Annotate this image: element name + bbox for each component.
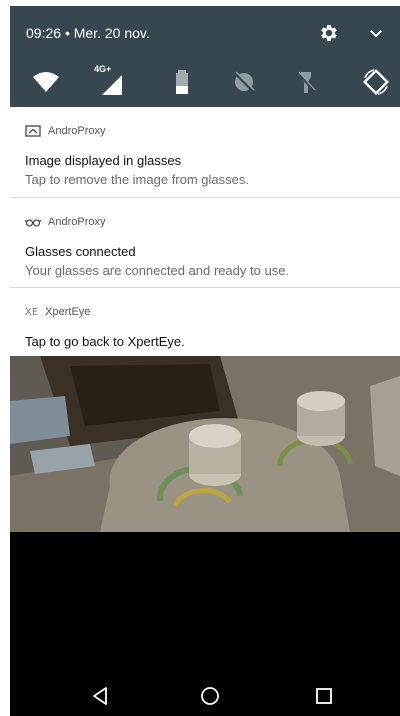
notification-title: Tap to go back to XpertEye. [25,334,185,349]
notification-header: XE XpertEye [25,304,90,320]
notification-shade: 09:26 • Mer. 20 nov. 4G+ AndroProxy Imag… [10,6,400,716]
status-date: Mer. 20 nov. [73,25,150,41]
back-icon[interactable] [86,682,114,710]
cellular-tile[interactable]: 4G+ [94,64,128,96]
notification-app-name: XpertEye [45,306,91,318]
notification-image-displayed[interactable]: AndroProxy Image displayed in glasses Ta… [10,107,400,198]
quick-settings-panel: 09:26 • Mer. 20 nov. 4G+ [10,6,400,107]
recents-icon[interactable] [310,682,338,710]
glasses-icon [25,219,41,227]
home-icon[interactable] [196,682,224,710]
notification-glasses-connected[interactable]: AndroProxy Glasses connected Your glasse… [10,198,400,288]
status-separator: • [64,25,70,41]
wifi-icon[interactable] [32,68,60,96]
status-datetime: 09:26 • Mer. 20 nov. [26,25,150,41]
xperteye-badge-icon: XE [25,306,39,318]
auto-rotate-icon[interactable] [362,68,390,96]
navigation-bar [10,676,400,716]
cellular-icon [102,75,122,95]
flashlight-off-icon[interactable] [292,68,320,96]
equipment-photo-image [10,356,400,532]
location-off-icon[interactable] [230,68,258,96]
background-photo [10,356,400,532]
settings-gear-icon[interactable] [318,22,340,44]
notification-text: Tap to remove the image from glasses. [25,172,249,187]
image-glasses-icon [25,125,41,137]
notification-text: Your glasses are connected and ready to … [25,263,290,278]
notification-header: AndroProxy [25,214,105,230]
notification-header: AndroProxy [25,123,105,139]
battery-icon[interactable] [168,68,196,96]
notification-xperteye[interactable]: XE XpertEye Tap to go back to XpertEye. [10,288,400,356]
notification-app-name: AndroProxy [48,216,106,228]
notification-title: Image displayed in glasses [25,153,182,168]
status-time: 09:26 [26,25,62,41]
expand-chevron-icon[interactable] [367,24,385,42]
notification-app-name: AndroProxy [48,125,106,137]
notification-title: Glasses connected [25,244,136,259]
